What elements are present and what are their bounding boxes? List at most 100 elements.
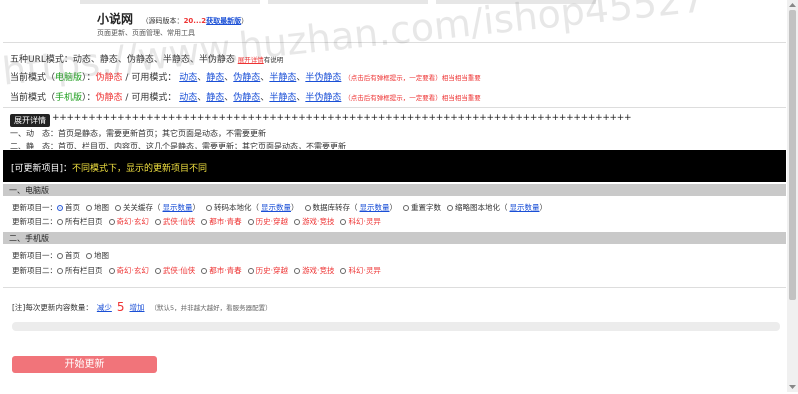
opt-label: 武侠·仙侠 (162, 266, 196, 275)
pc-cat-urban[interactable]: 都市·青春 (201, 216, 242, 227)
m-cat-urban[interactable]: 都市·青春 (201, 265, 242, 276)
radio[interactable] (154, 267, 161, 274)
radio[interactable] (86, 252, 92, 259)
opt-label: 地图 (94, 203, 109, 212)
scroll-up-icon[interactable] (787, 0, 798, 10)
start-update-button[interactable]: 开始更新 (12, 356, 157, 373)
get-latest-link[interactable]: 获取最新版 (206, 17, 241, 25)
version-info: （源码版本：20...2获取最新版） (142, 17, 249, 25)
scroll-down-icon[interactable] (787, 382, 798, 392)
pc-cat-fantasy[interactable]: 奇幻·玄幻 (108, 216, 149, 227)
radio[interactable] (57, 218, 63, 225)
pc-row-1: 更新项目一： 首页 地图 关关缓存（显示数量） 转码本地化（显示数量） 数据库转… (12, 202, 553, 213)
show-count-link[interactable]: 显示数量 (510, 202, 540, 213)
top-band-segment (80, 0, 260, 4)
mobile-label: 手机版 (55, 93, 83, 103)
page-header: 小说网 （源码版本：20...2获取最新版） (97, 10, 248, 27)
pc-opt-thumbnail[interactable]: 缩略图本地化（显示数量） (447, 202, 547, 213)
radio[interactable] (154, 218, 161, 225)
pc-label: 电脑版 (55, 73, 83, 83)
mobile-mode-line: 当前模式（手机版）：伪静态 / 可用模式： 动态、静态、伪静态、半静态、半伪静态… (10, 93, 481, 103)
radio[interactable] (294, 267, 301, 274)
m-mode-semi-pseudo-static[interactable]: 半伪静态 (305, 93, 341, 103)
update-items-banner: [可更新项目]：不同模式下，显示的更新项目不同 (3, 150, 786, 182)
m-mode-pseudo-static[interactable]: 伪静态 (233, 93, 260, 103)
details-line-1: 一、动 态：首页是静态，需要更新首页；其它页面是动态，不需要更新 (10, 129, 266, 138)
radio[interactable] (294, 218, 301, 225)
expand-details-link[interactable]: 展开详情 (238, 56, 264, 64)
opt-label: 转码本地化 (214, 203, 252, 212)
mobile-available-label: 可用模式： (131, 93, 177, 103)
opt-label: 数据库转存 (312, 203, 351, 212)
radio[interactable] (247, 218, 254, 225)
radio[interactable] (206, 204, 212, 211)
radio[interactable] (447, 204, 453, 211)
m-cat-wuxia[interactable]: 武侠·仙侠 (154, 265, 196, 276)
pc-cat-all[interactable]: 所有栏目页 (57, 216, 103, 227)
m-cat-fantasy[interactable]: 奇幻·玄幻 (108, 265, 149, 276)
top-band (0, 0, 798, 4)
radio[interactable] (247, 267, 254, 274)
increase-link[interactable]: 增加 (130, 302, 145, 313)
quantity-control: [注]每次更新内容数量： 减少 5 增加 （默认5，并非越大越好，看服务器配置） (12, 300, 272, 314)
m-opt-home[interactable]: 首页 (57, 250, 80, 261)
radio[interactable] (86, 204, 92, 211)
m-cat-all[interactable]: 所有栏目页 (57, 265, 103, 276)
radio[interactable] (340, 267, 347, 274)
pc-opt-db-dump[interactable]: 数据库转存（显示数量） (304, 202, 397, 213)
show-count-link[interactable]: 显示数量 (360, 202, 390, 213)
pc-mode-semi-pseudo-static[interactable]: 半伪静态 (305, 73, 341, 83)
radio-checked[interactable] (57, 204, 63, 211)
details-line-2: 二、静 态：首页、栏目页、内容页、这几个是静态，需要更新；其它页面是动态，不需要… (10, 142, 346, 149)
banner-highlight: 不同模式下，显示的更新项目不同 (72, 164, 208, 174)
expand-details-button[interactable]: 展开详情 (10, 114, 50, 127)
pc-cat-games[interactable]: 游戏·竞技 (294, 216, 334, 227)
show-count-link[interactable]: 显示数量 (163, 202, 193, 213)
pc-mode-mid: ）： (82, 73, 96, 83)
pc-cat-history[interactable]: 历史·穿越 (247, 216, 289, 227)
m-opt-map[interactable]: 地图 (86, 250, 109, 261)
pc-opt-cache[interactable]: 关关缓存（显示数量） (115, 202, 200, 213)
pc-opt-home[interactable]: 首页 (57, 202, 80, 213)
m-mode-static[interactable]: 静态 (206, 93, 224, 103)
opt-label: 都市·青春 (209, 217, 242, 226)
m-mode-prefix: 当前模式（ (10, 93, 56, 103)
scroll-thumb[interactable] (789, 10, 796, 300)
pc-opt-reset-words[interactable]: 重置字数 (403, 202, 441, 213)
radio[interactable] (115, 204, 121, 211)
opt-label: 首页 (65, 203, 80, 212)
radio[interactable] (57, 267, 63, 274)
opt-label: 历史·穿越 (255, 217, 289, 226)
pc-mode-semi-static[interactable]: 半静态 (269, 73, 296, 83)
radio[interactable] (201, 218, 208, 225)
row-label: 更新项目一： (12, 251, 57, 260)
opt-label: 首页 (65, 251, 80, 260)
radio[interactable] (340, 218, 347, 225)
pc-cat-wuxia[interactable]: 武侠·仙侠 (154, 216, 195, 227)
version-suffix: ） (241, 17, 249, 25)
m-cat-scifi[interactable]: 科幻·灵异 (340, 265, 381, 276)
radio[interactable] (57, 252, 63, 259)
pc-row-2: 更新项目二： 所有栏目页 奇幻·玄幻 武侠·仙侠 都市·青春 历史·穿越 游戏·… (12, 216, 387, 227)
m-cat-games[interactable]: 游戏·竞技 (294, 265, 334, 276)
m-mode-semi-static[interactable]: 半静态 (269, 93, 296, 103)
radio[interactable] (304, 204, 311, 211)
show-count-link[interactable]: 显示数量 (261, 202, 291, 213)
pc-mode-static[interactable]: 静态 (206, 73, 224, 83)
pc-opt-transcode[interactable]: 转码本地化（显示数量） (206, 202, 299, 213)
decrease-link[interactable]: 减少 (97, 302, 112, 313)
pc-mode-dynamic[interactable]: 动态 (179, 73, 197, 83)
pc-opt-map[interactable]: 地图 (86, 202, 109, 213)
opt-label: 关关缓存 (123, 203, 153, 212)
radio[interactable] (403, 204, 409, 211)
radio[interactable] (108, 267, 115, 274)
radio[interactable] (201, 267, 208, 274)
radio[interactable] (108, 218, 115, 225)
m-cat-history[interactable]: 历史·穿越 (247, 265, 288, 276)
pc-mode-prefix: 当前模式（ (10, 73, 56, 83)
pc-mode-pseudo-static[interactable]: 伪静态 (233, 73, 260, 83)
pc-cat-scifi[interactable]: 科幻·灵异 (340, 216, 381, 227)
row-label: 更新项目一： (12, 203, 57, 212)
m-mode-dynamic[interactable]: 动态 (179, 93, 197, 103)
opt-label: 地图 (94, 251, 109, 260)
